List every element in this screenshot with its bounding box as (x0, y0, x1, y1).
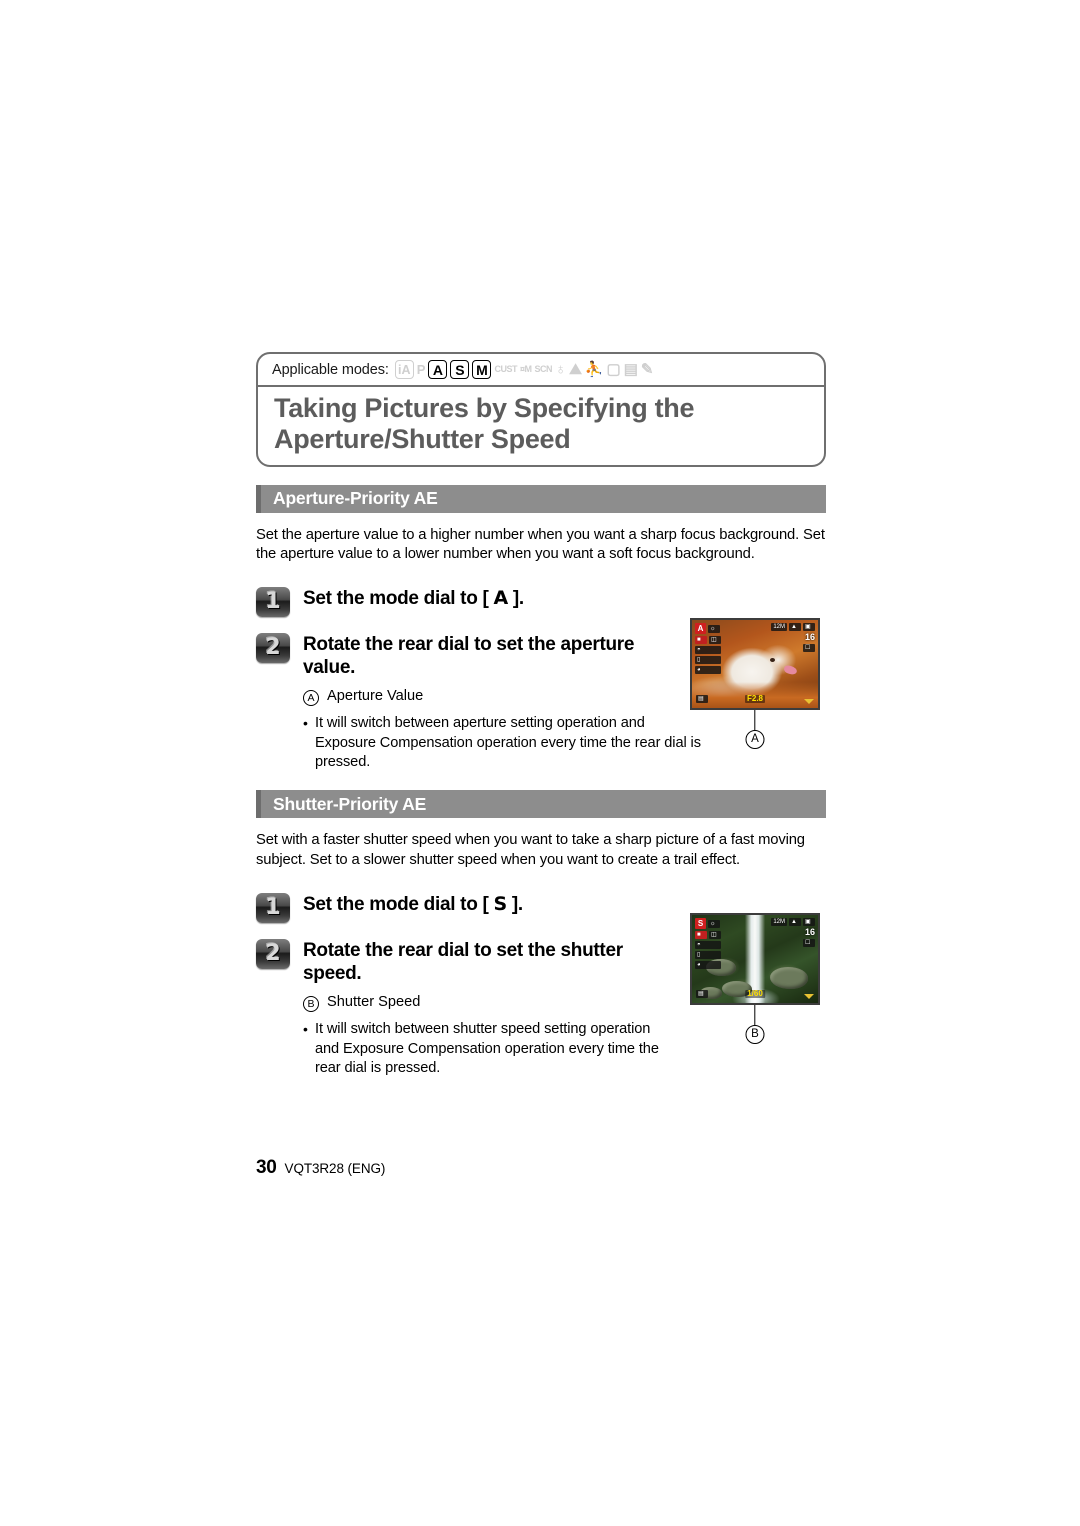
section-header-shutter-priority: Shutter-Priority AE (256, 790, 826, 819)
callout-bubble-a: A (745, 730, 765, 749)
mode-dial-key-a: A (493, 586, 509, 609)
note-bullet-text: It will switch between shutter speed set… (315, 1021, 659, 1076)
step-text-before: Set the mode dial to [ (303, 587, 489, 609)
step-item: 1 Set the mode dial to [ A ]. (256, 585, 826, 617)
scene-mode-icon: SCN (534, 364, 552, 374)
manual-page: Applicable modes: iA P A S M CUST ¤M SCN ♁ ⛰ ⛹ ▢ ▤ ✎ … (0, 0, 1080, 1526)
page-title: Taking Pictures by Specifying the Apertu… (274, 393, 695, 454)
callout-leader-line-a (754, 710, 756, 732)
camera-lcd-screen: S ☼ ■ ◫ ◓ ▯ ◕ 12M ▲ ▣ 16 ☐ ▤ 1/60 (690, 913, 820, 1005)
note-bullet: • It will switch between shutter speed s… (303, 1020, 673, 1078)
rock-detail (700, 987, 722, 999)
step-number-badge: 1 (256, 586, 290, 617)
step-text-after: ]. (512, 587, 524, 609)
shutter-priority-mode-icon: S (450, 360, 470, 379)
camera-lcd-screen: A ☼ ■ ◫ ◓ ▯ ◕ 12M ▲ ▣ 16 ☐ ▤ F2.8 (690, 618, 820, 710)
step-number-badge: 2 (256, 938, 290, 969)
program-ae-mode-icon: P (416, 362, 426, 377)
dog-nose-detail (783, 664, 798, 676)
rock-detail (722, 981, 752, 997)
step-text: Set the mode dial to [ A ]. (303, 585, 524, 610)
step-number-badge: 1 (256, 892, 290, 923)
live-view-photo-waterfall (692, 915, 818, 1003)
page-title-row: Taking Pictures by Specifying the Apertu… (258, 387, 824, 465)
note-bullet: • It will switch between aperture settin… (303, 714, 703, 772)
callout-bubble-b: B (745, 1025, 765, 1044)
rock-detail (706, 959, 736, 976)
creative-motion-picture-mode-icon: ¤M (519, 364, 532, 374)
scenery-scene-icon: ⛰ (569, 361, 582, 378)
mode-icon-list: iA P A S M CUST ¤M SCN ♁ ⛰ ⛹ ▢ ▤ ✎ (394, 360, 654, 379)
figure-shutter-live-view: S ☼ ■ ◫ ◓ ▯ ◕ 12M ▲ ▣ 16 ☐ ▤ 1/60 B (690, 913, 820, 1044)
step-text: Rotate the rear dial to set the aperture… (303, 633, 635, 679)
page-header-box: Applicable modes: iA P A S M CUST ¤M SCN ♁ ⛰ ⛹ ▢ ▤ ✎ … (256, 352, 826, 467)
intelligent-auto-mode-icon: iA (394, 360, 414, 379)
section-heading-label: Aperture-Priority AE (273, 488, 438, 509)
bullet-dot-icon: • (303, 1021, 308, 1038)
mode-dial-key-s: S (493, 892, 508, 915)
live-view-photo-dog (692, 620, 818, 708)
callout-marker-a: A (303, 690, 319, 707)
step-text: Rotate the rear dial to set the shutter … (303, 939, 623, 984)
section-body-shutter-priority: Set with a faster shutter speed when you… (256, 832, 805, 869)
applicable-modes-label: Applicable modes: (272, 361, 389, 378)
step-text-after: ]. (511, 893, 523, 915)
handheld-night-shot-icon: ✎ (640, 361, 654, 378)
document-code: VQT3R28 (ENG) (284, 1161, 386, 1176)
dog-eye-detail (770, 658, 775, 662)
callout-legend-label: Shutter Speed (327, 994, 421, 1011)
panorama-scene-icon: ▤ (623, 361, 638, 378)
step-text-before: Set the mode dial to [ (303, 893, 489, 915)
night-portrait-scene-icon: ▢ (606, 361, 621, 378)
section-header-aperture-priority: Aperture-Priority AE (256, 484, 826, 513)
callout-leader-line-b (754, 1005, 756, 1027)
callout-marker-b: B (303, 996, 319, 1013)
sports-scene-icon: ⛹ (584, 361, 604, 378)
step-number-badge: 2 (256, 632, 290, 663)
page-number: 30 (256, 1157, 277, 1178)
rock-detail (770, 967, 808, 989)
section-heading-label: Shutter-Priority AE (273, 793, 427, 814)
section-body-aperture-priority: Set the aperture value to a higher numbe… (256, 526, 825, 563)
aperture-priority-mode-icon: A (428, 360, 448, 379)
figure-aperture-live-view: A ☼ ■ ◫ ◓ ▯ ◕ 12M ▲ ▣ 16 ☐ ▤ F2.8 A (690, 618, 820, 749)
bullet-dot-icon: • (303, 715, 308, 732)
portrait-scene-icon: ♁ (555, 361, 567, 378)
manual-exposure-mode-icon: M (472, 360, 492, 379)
note-bullet-text: It will switch between aperture setting … (315, 715, 701, 771)
step-text: Set the mode dial to [ S ]. (303, 891, 523, 916)
custom-mode-icon: CUST (494, 364, 517, 374)
applicable-modes-row: Applicable modes: iA P A S M CUST ¤M SCN ♁ ⛰ ⛹ ▢ ▤ ✎ (258, 354, 824, 387)
callout-legend-label: Aperture Value (327, 688, 424, 705)
page-footer: 30 VQT3R28 (ENG) (256, 1157, 385, 1179)
